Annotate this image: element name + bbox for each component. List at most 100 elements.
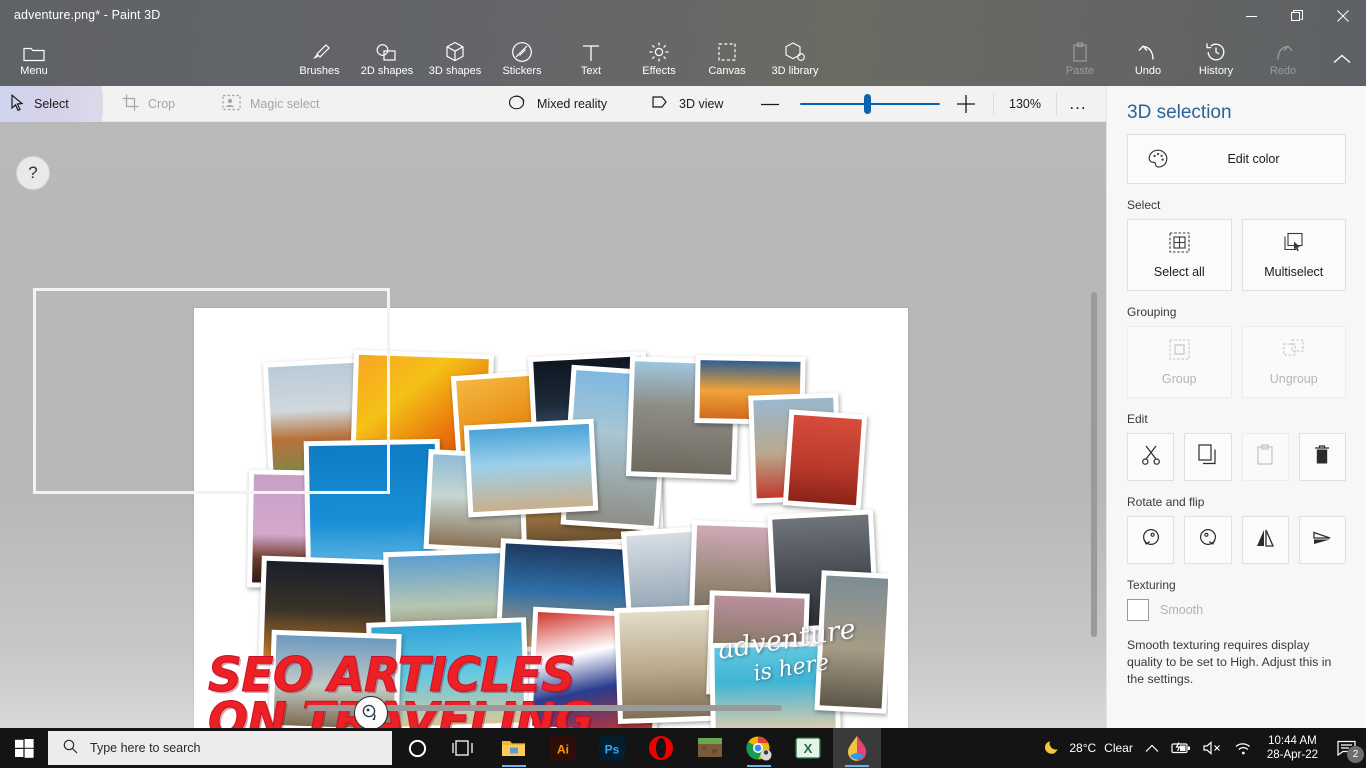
task-view-icon[interactable] bbox=[440, 728, 486, 768]
tool-3d-shapes[interactable]: 3D shapes bbox=[421, 32, 489, 86]
wifi-icon[interactable] bbox=[1228, 728, 1259, 768]
taskbar-app-excel[interactable]: X bbox=[784, 728, 832, 768]
crop-tool-button[interactable]: Crop bbox=[112, 86, 200, 122]
smooth-checkbox[interactable] bbox=[1127, 599, 1149, 621]
app-running-indicator bbox=[747, 765, 771, 767]
texturing-note: Smooth texturing requires display qualit… bbox=[1127, 638, 1332, 686]
taskbar-app-photoshop[interactable]: Ps bbox=[588, 728, 636, 768]
clock[interactable]: 10:44 AM 28-Apr-22 bbox=[1259, 734, 1326, 762]
tool-canvas[interactable]: Canvas bbox=[698, 32, 756, 86]
rotate-z-handle[interactable] bbox=[354, 696, 388, 728]
artwork-canvas[interactable]: adventure is here SEO ARTICLES ON TRAVEL… bbox=[194, 308, 908, 728]
battery-charging-icon[interactable] bbox=[1165, 728, 1197, 768]
zoom-out-button[interactable] bbox=[756, 86, 784, 122]
3d-view-button[interactable]: 3D view bbox=[641, 86, 739, 122]
tool-3d-library[interactable]: 3D library bbox=[760, 32, 830, 86]
taskbar-app-file-explorer[interactable] bbox=[490, 728, 538, 768]
notification-center-button[interactable]: 2 bbox=[1326, 728, 1366, 768]
canvas-vertical-scrollbar[interactable] bbox=[1091, 292, 1097, 637]
start-button[interactable] bbox=[0, 728, 48, 768]
shapes-2d-icon bbox=[375, 41, 399, 63]
flip-horizontal-button[interactable] bbox=[1241, 516, 1289, 564]
search-input[interactable]: Type here to search bbox=[48, 731, 392, 765]
weather-widget[interactable]: 28°C Clear bbox=[1038, 728, 1139, 768]
rotate-right-button[interactable] bbox=[1184, 516, 1232, 564]
clipboard-icon bbox=[1256, 443, 1274, 471]
tool-brushes[interactable]: Brushes bbox=[292, 32, 347, 86]
tool-2d-shapes[interactable]: 2D shapes bbox=[353, 32, 421, 86]
maximize-restore-button[interactable] bbox=[1274, 0, 1320, 32]
select-tool-button[interactable]: Select bbox=[0, 86, 102, 122]
chevron-up-icon bbox=[1332, 48, 1352, 70]
undo-button[interactable]: Undo bbox=[1122, 32, 1174, 86]
search-icon bbox=[63, 739, 78, 757]
tool-label: 3D shapes bbox=[428, 65, 482, 77]
smooth-label: Smooth bbox=[1160, 603, 1204, 617]
taskbar-app-paint-3d[interactable] bbox=[833, 728, 881, 768]
tool-label: Effects bbox=[642, 65, 676, 77]
help-button[interactable]: ? bbox=[16, 156, 50, 190]
tool-label: 3D library bbox=[771, 65, 819, 77]
svg-text:X: X bbox=[804, 741, 813, 756]
redo-icon bbox=[1272, 41, 1294, 63]
ribbon-right-label: Undo bbox=[1134, 65, 1162, 77]
group-icon bbox=[1169, 338, 1190, 363]
taskbar-app-opera[interactable] bbox=[637, 728, 685, 768]
edit-section-label: Edit bbox=[1127, 412, 1148, 426]
more-options-button[interactable]: ... bbox=[1060, 86, 1096, 122]
collapse-ribbon-button[interactable] bbox=[1322, 32, 1362, 86]
tool-label: Brushes bbox=[299, 65, 340, 77]
canvas-workspace[interactable]: adventure is here SEO ARTICLES ON TRAVEL… bbox=[0, 122, 1106, 728]
ungroup-button: Ungroup bbox=[1241, 326, 1346, 398]
window-title: adventure.png* - Paint 3D bbox=[14, 8, 161, 22]
zoom-in-button[interactable] bbox=[952, 86, 980, 122]
system-tray: 28°C Clear 10:44 AM 28-Apr-22 2 bbox=[1038, 728, 1366, 768]
weather-condition-label: Clear bbox=[1104, 741, 1133, 755]
cortana-icon[interactable] bbox=[394, 728, 440, 768]
taskbar-app-illustrator[interactable]: Ai bbox=[539, 728, 587, 768]
magic-select-button[interactable]: Magic select bbox=[212, 86, 362, 122]
moon-icon bbox=[1044, 738, 1061, 758]
artwork-headline: SEO ARTICLES ON TRAVELING bbox=[208, 652, 908, 729]
minimize-button[interactable] bbox=[1228, 0, 1274, 32]
show-hidden-icons-button[interactable] bbox=[1139, 728, 1165, 768]
paste-button bbox=[1241, 433, 1289, 481]
mixed-reality-button[interactable]: Mixed reality bbox=[498, 86, 626, 122]
magic-select-icon bbox=[222, 94, 241, 114]
taskbar-app-minecraft[interactable] bbox=[686, 728, 734, 768]
menu-button[interactable]: Menu bbox=[10, 32, 58, 86]
rotate-left-button[interactable] bbox=[1127, 516, 1175, 564]
ungroup-icon bbox=[1283, 338, 1304, 363]
cut-button[interactable] bbox=[1127, 433, 1175, 481]
tool-text[interactable]: Text bbox=[565, 32, 617, 86]
3d-library-icon bbox=[784, 41, 806, 63]
rotate-left-icon bbox=[1140, 527, 1162, 554]
mixed-reality-label: Mixed reality bbox=[537, 97, 608, 111]
scissors-icon bbox=[1141, 444, 1161, 471]
3d-view-icon bbox=[651, 95, 670, 114]
ribbon-right-label: History bbox=[1198, 65, 1234, 77]
close-button[interactable] bbox=[1320, 0, 1366, 32]
clock-time: 10:44 AM bbox=[1268, 735, 1317, 747]
taskbar-app-chrome[interactable] bbox=[735, 728, 783, 768]
tool-stickers[interactable]: Stickers bbox=[491, 32, 553, 86]
temperature-label: 28°C bbox=[1069, 741, 1097, 755]
history-button[interactable]: History bbox=[1186, 32, 1246, 86]
copy-icon bbox=[1198, 443, 1218, 471]
delete-button[interactable] bbox=[1298, 433, 1346, 481]
panel-title: 3D selection bbox=[1127, 102, 1232, 123]
tool-effects[interactable]: Effects bbox=[629, 32, 689, 86]
flip-horizontal-icon bbox=[1254, 528, 1276, 553]
flip-vertical-button[interactable] bbox=[1298, 516, 1346, 564]
select-all-button[interactable]: Select all bbox=[1127, 219, 1232, 291]
menu-label: Menu bbox=[20, 65, 48, 77]
edit-color-button[interactable]: Edit color bbox=[1127, 134, 1346, 184]
flip-vertical-icon bbox=[1311, 528, 1333, 553]
zoom-slider-thumb[interactable] bbox=[864, 94, 871, 114]
copy-button[interactable] bbox=[1184, 433, 1232, 481]
volume-muted-icon[interactable] bbox=[1197, 728, 1228, 768]
brush-icon bbox=[309, 41, 331, 63]
window-controls bbox=[1228, 0, 1366, 32]
tool-label: 2D shapes bbox=[360, 65, 414, 77]
multiselect-button[interactable]: Multiselect bbox=[1241, 219, 1346, 291]
